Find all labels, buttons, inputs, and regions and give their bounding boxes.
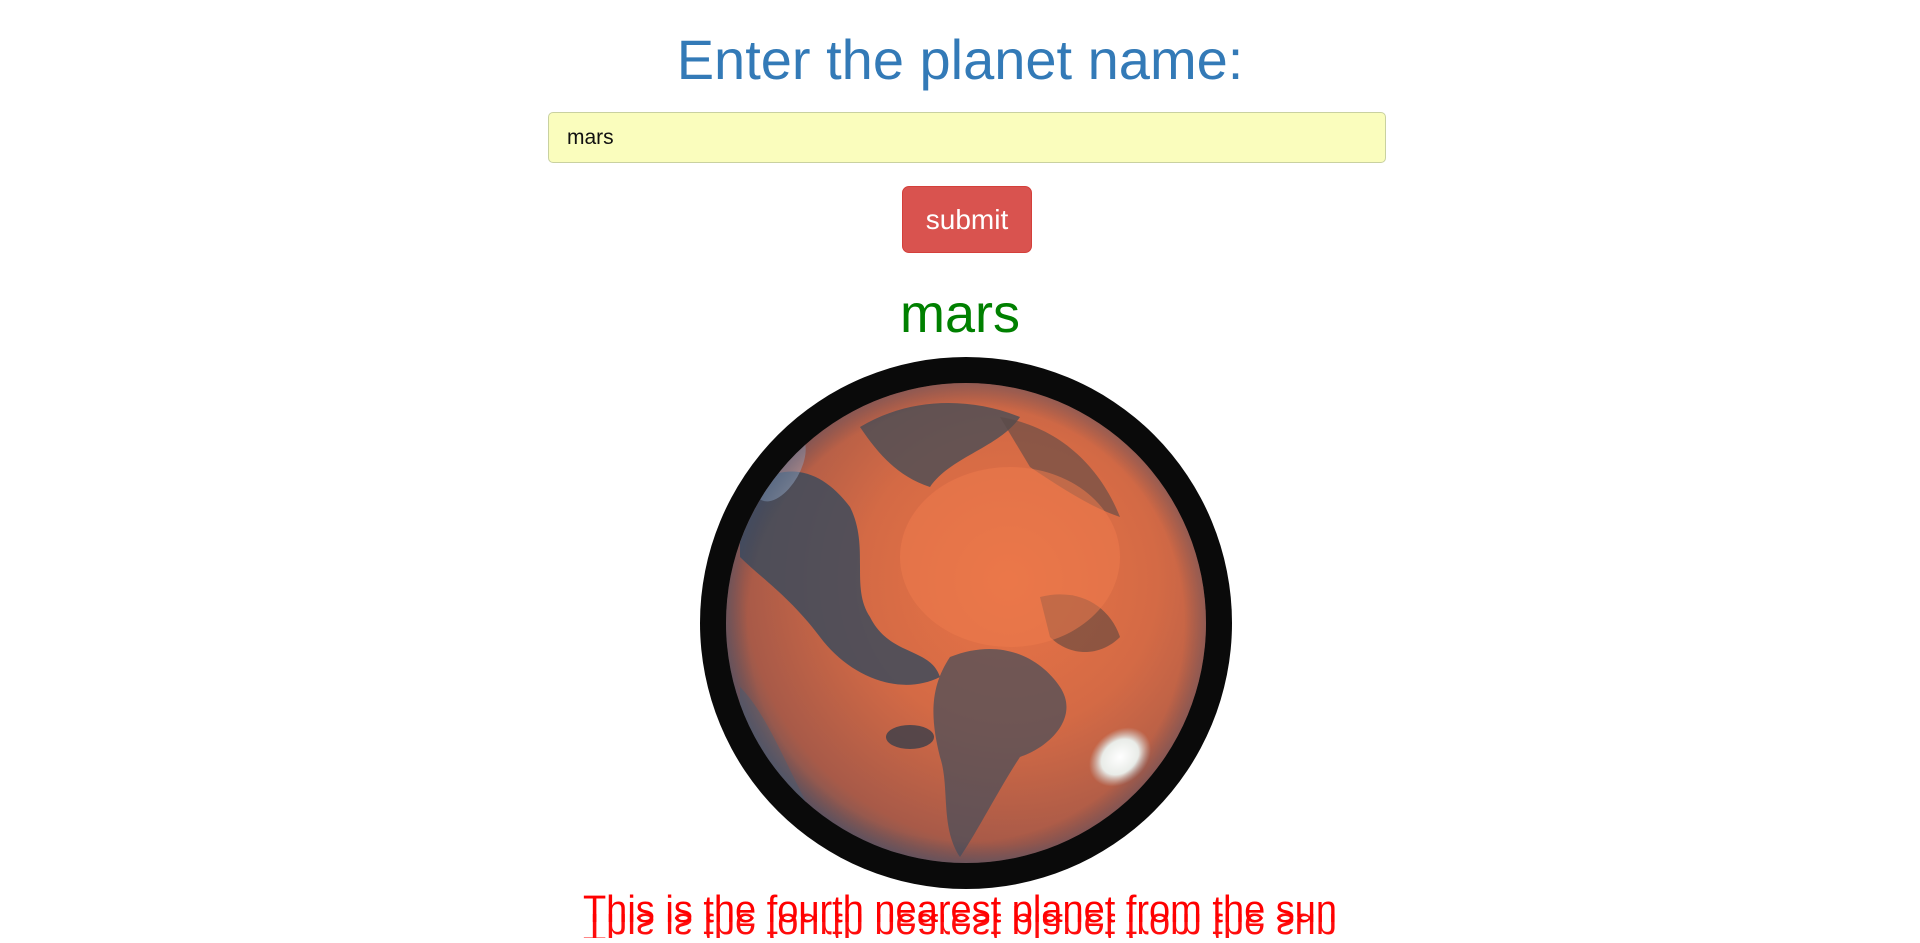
page-heading: Enter the planet name: (676, 28, 1244, 91)
result-planet-name: mars (900, 284, 1020, 344)
mars-planet-image (700, 357, 1232, 889)
planet-name-input[interactable] (548, 112, 1386, 163)
page: Enter the planet name: submit mars (0, 0, 1920, 943)
planet-description-reflection-text: This is the fourth nearest planet from t… (582, 905, 1338, 938)
planet-description-reflection: This is the fourth nearest planet from t… (0, 902, 1920, 938)
submit-button[interactable]: submit (902, 186, 1032, 253)
